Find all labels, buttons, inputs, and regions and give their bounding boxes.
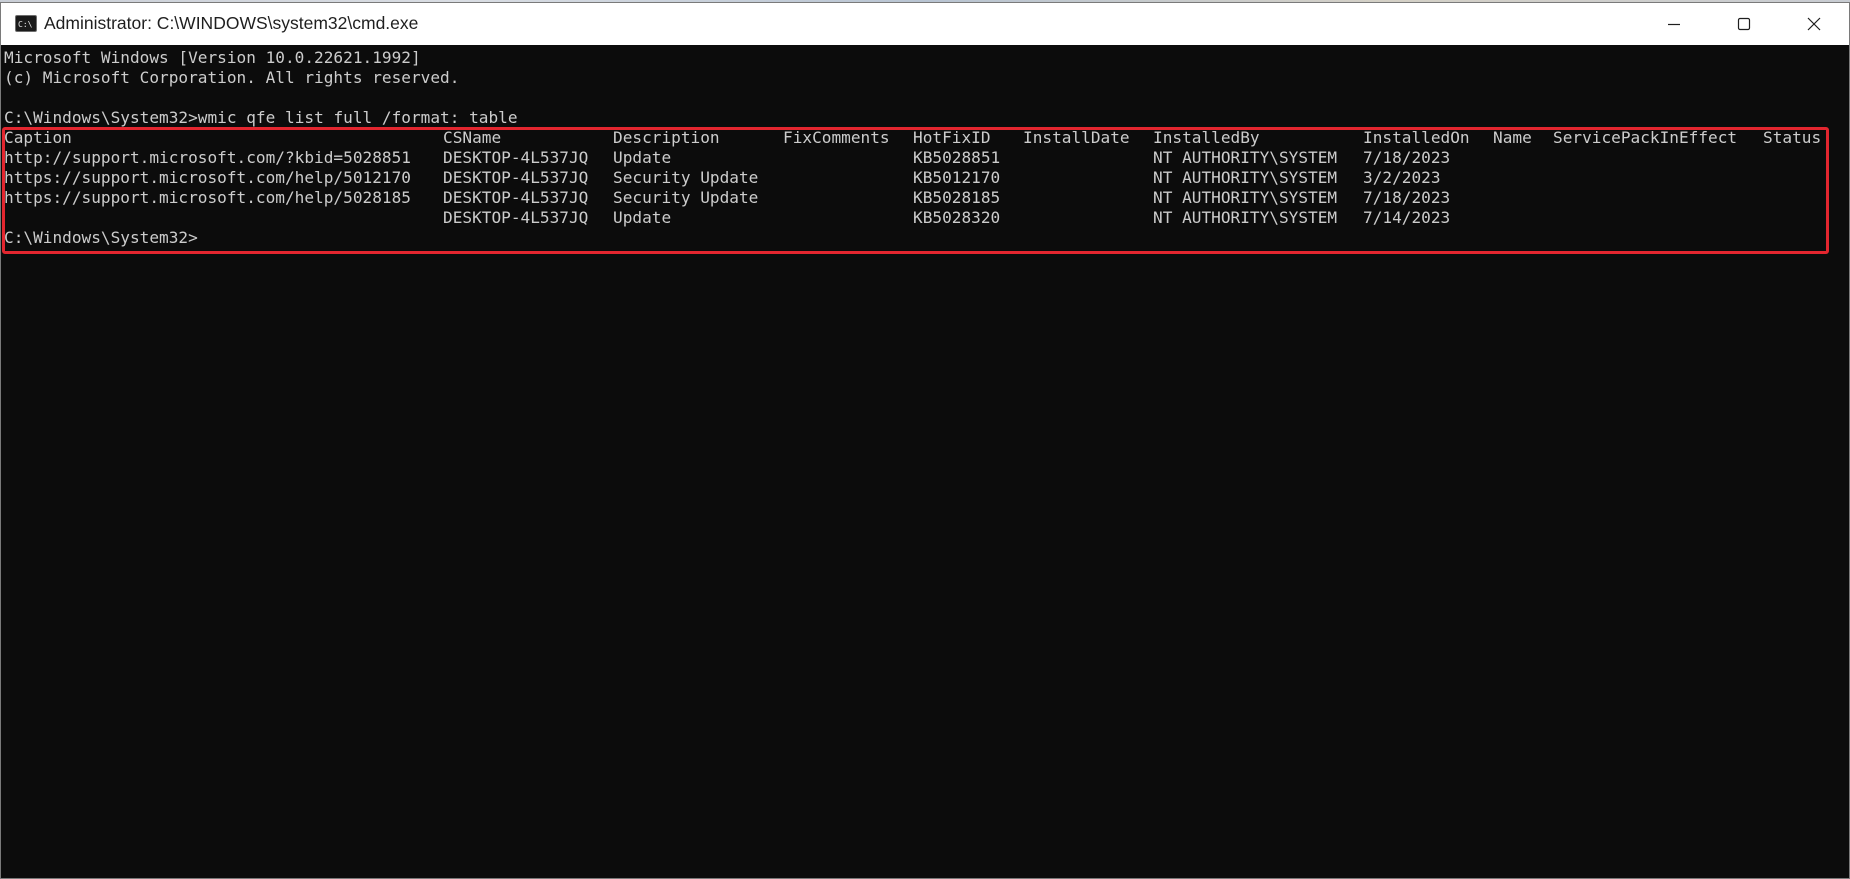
title-bar[interactable]: C:\ Administrator: C:\WINDOWS\system32\c… [1, 3, 1849, 45]
table-header-installedby: InstalledBy [1153, 128, 1260, 147]
command-text: wmic qfe list full /format: table [197, 108, 518, 127]
table-cell-caption: https://support.microsoft.com/help/50121… [4, 168, 411, 187]
close-button[interactable] [1779, 3, 1849, 45]
command-prompt: C:\Windows\System32> [4, 108, 198, 127]
minimize-icon [1668, 23, 1680, 26]
table-header-caption: Caption [4, 128, 72, 147]
table-cell-installedon: 7/18/2023 [1363, 188, 1451, 207]
minimize-button[interactable] [1639, 3, 1709, 45]
cmd-console-icon[interactable]: C:\ [15, 15, 37, 32]
maximize-button[interactable] [1709, 3, 1779, 45]
cmd-window: C:\ Administrator: C:\WINDOWS\system32\c… [0, 2, 1850, 879]
table-cell-hotfixid: KB5028185 [913, 188, 1001, 207]
table-cell-caption: https://support.microsoft.com/help/50281… [4, 188, 411, 207]
table-cell-csname: DESKTOP-4L537JQ [443, 148, 589, 167]
table-cell-hotfixid: KB5028320 [913, 208, 1001, 227]
table-header-servicepackineffect: ServicePackInEffect [1553, 128, 1738, 147]
table-cell-installedby: NT AUTHORITY\SYSTEM [1153, 168, 1338, 187]
table-cell-installedon: 3/2/2023 [1363, 168, 1441, 187]
table-header-installdate: InstallDate [1023, 128, 1130, 147]
table-cell-description: Update [613, 148, 672, 167]
table-header-fixcomments: FixComments [783, 128, 890, 147]
table-cell-hotfixid: KB5012170 [913, 168, 1001, 187]
command-line: C:\Windows\System32>wmic qfe list full /… [4, 108, 518, 128]
table-header-csname: CSName [443, 128, 502, 147]
table-cell-installedby: NT AUTHORITY\SYSTEM [1153, 188, 1338, 207]
close-icon [1807, 17, 1821, 31]
table-header-status: Status [1763, 128, 1822, 147]
table-header-name: Name [1493, 128, 1532, 147]
maximize-icon [1737, 17, 1751, 31]
table-cell-description: Security Update [613, 168, 759, 187]
banner-version-line: Microsoft Windows [Version 10.0.22621.19… [4, 48, 421, 67]
table-cell-description: Update [613, 208, 672, 227]
table-cell-hotfixid: KB5028851 [913, 148, 1001, 167]
table-cell-csname: DESKTOP-4L537JQ [443, 188, 589, 207]
table-cell-csname: DESKTOP-4L537JQ [443, 208, 589, 227]
table-header-description: Description [613, 128, 720, 147]
banner-copyright-line: (c) Microsoft Corporation. All rights re… [4, 68, 460, 87]
table-header-hotfixid: HotFixID [913, 128, 991, 147]
table-cell-csname: DESKTOP-4L537JQ [443, 168, 589, 187]
table-cell-installedby: NT AUTHORITY\SYSTEM [1153, 208, 1338, 227]
table-cell-caption: http://support.microsoft.com/?kbid=50288… [4, 148, 411, 167]
table-cell-installedby: NT AUTHORITY\SYSTEM [1153, 148, 1338, 167]
svg-text:C:\: C:\ [18, 20, 33, 29]
table-cell-installedon: 7/18/2023 [1363, 148, 1451, 167]
console-output[interactable]: Microsoft Windows [Version 10.0.22621.19… [1, 45, 1849, 878]
table-cell-installedon: 7/14/2023 [1363, 208, 1451, 227]
final-prompt: C:\Windows\System32> [4, 228, 198, 247]
table-header-installedon: InstalledOn [1363, 128, 1470, 147]
window-title: Administrator: C:\WINDOWS\system32\cmd.e… [44, 13, 419, 33]
final-prompt-line[interactable]: C:\Windows\System32> [4, 228, 198, 248]
table-cell-description: Security Update [613, 188, 759, 207]
